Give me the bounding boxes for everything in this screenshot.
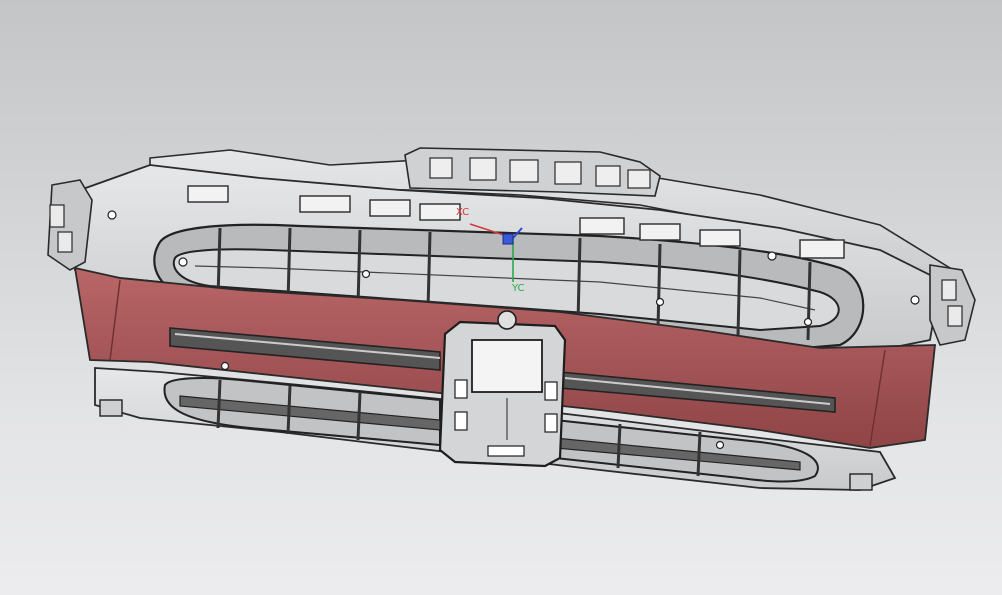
top-slot [639,223,681,241]
rib [736,249,742,337]
top-slot [299,195,351,213]
rib [656,243,662,329]
mount-tab [469,157,497,181]
top-slot [699,229,741,247]
badge-clip [454,411,468,431]
rib [356,391,362,441]
y-axis-label: YC [512,283,525,294]
badge-clip [454,379,468,399]
rib [356,229,362,307]
badge-window [471,339,543,393]
grille-3d-model[interactable] [0,0,1002,595]
top-slot [187,185,229,203]
bottom-foot [99,399,123,417]
top-slot [799,239,845,259]
badge-clip [544,381,558,401]
top-slot [579,217,625,235]
badge-clip [487,445,525,457]
bottom-foot [849,473,873,491]
right-clip [947,305,963,327]
right-clip [941,279,957,301]
graphics-viewport[interactable]: XC YC [0,0,1002,595]
rib [806,261,812,341]
mount-tab [627,169,651,189]
mount-tab [554,161,582,185]
mount-tab [595,165,621,187]
rib [286,227,292,303]
rib [616,423,622,469]
rib [576,237,582,323]
rib [216,379,222,429]
badge-clip [544,413,558,433]
top-slot [419,203,461,221]
x-axis-label: XC [456,207,470,218]
rib [286,385,292,435]
badge-boss [497,310,517,330]
right-bracket [929,264,976,346]
left-clip [57,231,73,253]
rib [696,431,702,477]
top-slot [369,199,411,217]
left-clip [49,204,65,228]
mount-tab [509,159,539,183]
mount-tab [429,157,453,179]
rib [426,231,432,311]
